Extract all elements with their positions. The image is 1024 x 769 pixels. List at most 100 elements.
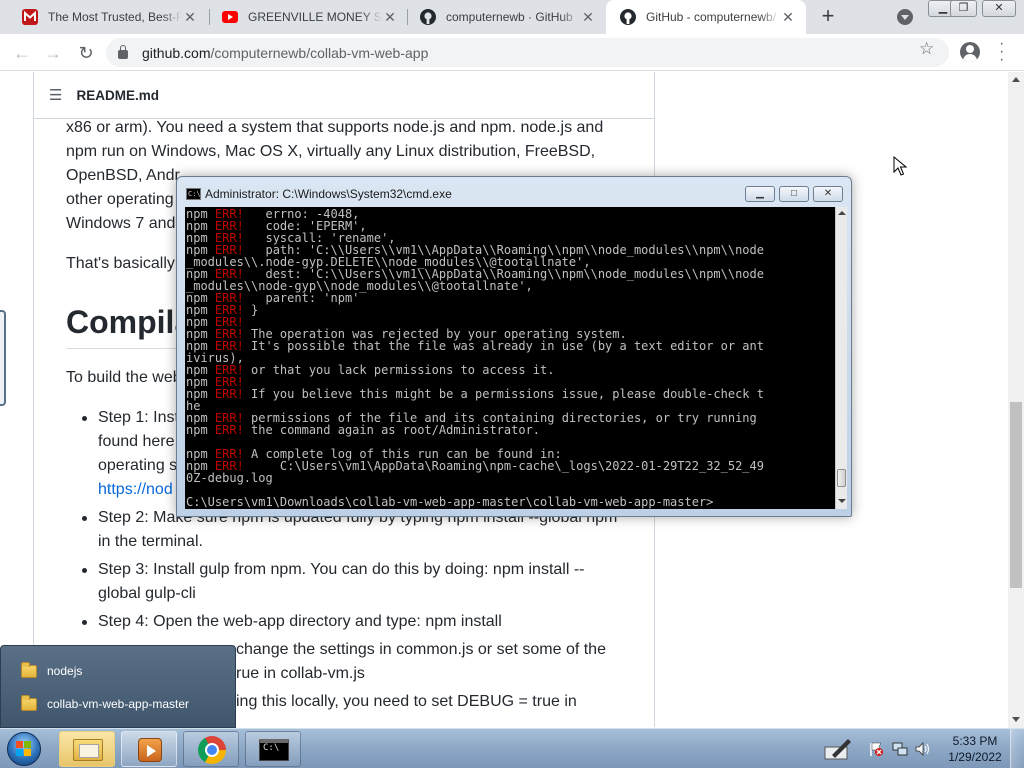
- scroll-down-arrow-icon[interactable]: [838, 499, 846, 503]
- jump-list-label: collab-vm-web-app-master: [47, 697, 190, 711]
- scroll-thumb[interactable]: [1010, 402, 1022, 588]
- show-desktop-button[interactable]: [1010, 729, 1024, 769]
- text-line: x86 or arm). You need a system that supp…: [66, 119, 604, 136]
- bookmark-star-icon[interactable]: ☆: [919, 39, 934, 59]
- cmd-minimize-button[interactable]: ▁: [745, 186, 775, 202]
- tab-title: The Most Trusted, Best-P: [48, 10, 182, 24]
- taskbar: C:\ 5:33 PM 1/29/2022: [0, 728, 1024, 769]
- clock-date: 1/29/2022: [948, 750, 1002, 764]
- cmd-window[interactable]: C:\ Administrator: C:\Windows\System32\c…: [176, 176, 852, 517]
- network-icon[interactable]: [892, 741, 908, 757]
- bullet: [82, 568, 87, 573]
- tab-close-icon[interactable]: ✕: [780, 9, 796, 26]
- console-scroll-thumb[interactable]: [837, 469, 846, 487]
- scroll-down-arrow-icon[interactable]: [1012, 717, 1020, 722]
- nodejs-link[interactable]: https://nod: [98, 481, 173, 498]
- tab-title: GitHub - computernewb/: [646, 10, 777, 24]
- address-bar[interactable]: github.com/computernewb/collab-vm-web-ap…: [106, 38, 949, 67]
- tab-search-icon[interactable]: [897, 9, 913, 25]
- folder-icon: [21, 694, 37, 711]
- paragraph-basically: That's basically: [66, 255, 175, 272]
- github-icon: [420, 9, 436, 25]
- tab-title: computernewb · GitHub: [446, 10, 573, 24]
- bullet: [82, 416, 87, 421]
- console-error-tag: ERR!: [214, 387, 244, 401]
- tab-youtube[interactable]: GREENVILLE MONEY SCR ✕: [208, 0, 408, 34]
- console-text: If you believe this might be a permissio…: [243, 387, 764, 401]
- text-line: rue in collab-vm.js: [236, 665, 365, 682]
- console-line: npm ERR! parent: 'npm': [186, 292, 835, 304]
- offscreen-panel-edge: [0, 310, 6, 406]
- paragraph-build-intro: To build the web: [66, 369, 182, 386]
- pen-input-icon[interactable]: [824, 737, 852, 761]
- bullet: [82, 516, 87, 521]
- list-item: Step 4: Open the web-app directory and t…: [66, 610, 636, 634]
- close-window-button[interactable]: ✕: [982, 0, 1016, 17]
- console-text: parent: 'npm': [243, 291, 360, 305]
- tab-mcafee[interactable]: The Most Trusted, Best-P ✕: [8, 0, 208, 34]
- console-text: or that you lack permissions to access i…: [243, 363, 555, 377]
- tab-github-repo[interactable]: GitHub - computernewb/ ✕: [606, 0, 806, 34]
- folder-icon: [21, 661, 37, 678]
- menu-kebab-icon[interactable]: · · ·: [999, 36, 1004, 68]
- text-line: Step 4: Open the web-app directory and t…: [98, 613, 502, 630]
- url-path: /computernewb/collab-vm-web-app: [210, 44, 429, 61]
- console-line: 0Z-debug.log: [186, 472, 835, 484]
- taskbar-media-player-button[interactable]: [121, 731, 177, 767]
- list-icon[interactable]: ☰: [49, 86, 62, 104]
- console-line: npm ERR! or that you lack permissions to…: [186, 364, 835, 376]
- lock-icon[interactable]: [118, 45, 128, 59]
- tab-close-icon[interactable]: ✕: [580, 9, 596, 26]
- start-button[interactable]: [3, 730, 45, 768]
- tab-close-icon[interactable]: ✕: [382, 9, 398, 26]
- mouse-cursor-icon: [893, 155, 908, 176]
- tab-strip: The Most Trusted, Best-P ✕ GREENVILLE MO…: [0, 0, 1024, 34]
- profile-avatar-icon[interactable]: [960, 42, 980, 62]
- github-icon: [620, 9, 636, 25]
- console-line: npm ERR! }: [186, 304, 835, 316]
- console-text: C:\Users\vm1\Downloads\collab-vm-web-app…: [186, 495, 714, 509]
- cmd-icon: C:\: [259, 739, 289, 761]
- volume-icon[interactable]: [915, 741, 931, 757]
- tab-close-icon[interactable]: ✕: [182, 9, 198, 26]
- readme-filename: README.md: [76, 87, 159, 103]
- cmd-app-icon[interactable]: C:\: [186, 188, 201, 200]
- jump-list-popup: nodejs collab-vm-web-app-master: [0, 645, 236, 728]
- console-line: npm ERR! the command again as root/Admin…: [186, 424, 835, 436]
- list-item: Step 3: Install gulp from npm. You can d…: [66, 558, 636, 606]
- tab-github-profile[interactable]: computernewb · GitHub ✕: [406, 0, 606, 34]
- console-prefix: npm: [186, 423, 215, 437]
- cmd-close-button[interactable]: ✕: [813, 186, 843, 202]
- restore-button[interactable]: ❐: [950, 0, 977, 17]
- chrome-icon: [198, 736, 226, 764]
- console-line: npm ERR! It's possible that the file was…: [186, 340, 835, 352]
- cmd-title: Administrator: C:\Windows\System32\cmd.e…: [205, 187, 452, 201]
- console-line: C:\Users\vm1\Downloads\collab-vm-web-app…: [186, 496, 835, 508]
- jump-list-item-nodejs[interactable]: nodejs: [7, 656, 231, 686]
- console-output[interactable]: npm ERR! errno: -4048, npm ERR! code: 'EP…: [185, 207, 835, 509]
- browser-toolbar: ← → ↻ github.com/computernewb/collab-vm-…: [0, 34, 1024, 71]
- forward-arrow-icon[interactable]: →: [40, 40, 66, 66]
- cmd-maximize-button[interactable]: □: [779, 186, 809, 202]
- jump-list-item-collab[interactable]: collab-vm-web-app-master: [7, 689, 231, 719]
- text-line: change the settings in common.js or set …: [236, 641, 606, 658]
- taskbar-explorer-button[interactable]: [59, 731, 115, 767]
- url-host: github.com: [142, 44, 211, 61]
- reload-icon[interactable]: ↻: [73, 40, 99, 66]
- page-scrollbar[interactable]: [1008, 72, 1024, 728]
- scroll-up-arrow-icon[interactable]: [838, 211, 846, 215]
- console-line: npm ERR! If you believe this might be a …: [186, 388, 835, 400]
- back-arrow-icon[interactable]: ←: [9, 40, 35, 66]
- console-text: 0Z-debug.log: [186, 471, 273, 485]
- action-center-flag-icon[interactable]: [868, 741, 884, 757]
- text-line: ing this locally, you need to set DEBUG …: [236, 693, 577, 710]
- youtube-icon: [222, 9, 238, 25]
- scroll-up-arrow-icon[interactable]: [1012, 77, 1020, 82]
- text-line: Step 3: Install gulp from npm. You can d…: [98, 561, 585, 578]
- console-scrollbar[interactable]: [835, 207, 847, 509]
- taskbar-chrome-button[interactable]: [183, 731, 239, 767]
- new-tab-button[interactable]: +: [816, 5, 840, 29]
- clock[interactable]: 5:33 PM 1/29/2022: [944, 733, 1006, 765]
- console-text: the command again as root/Administrator.: [243, 423, 541, 437]
- taskbar-cmd-button[interactable]: C:\: [245, 731, 301, 767]
